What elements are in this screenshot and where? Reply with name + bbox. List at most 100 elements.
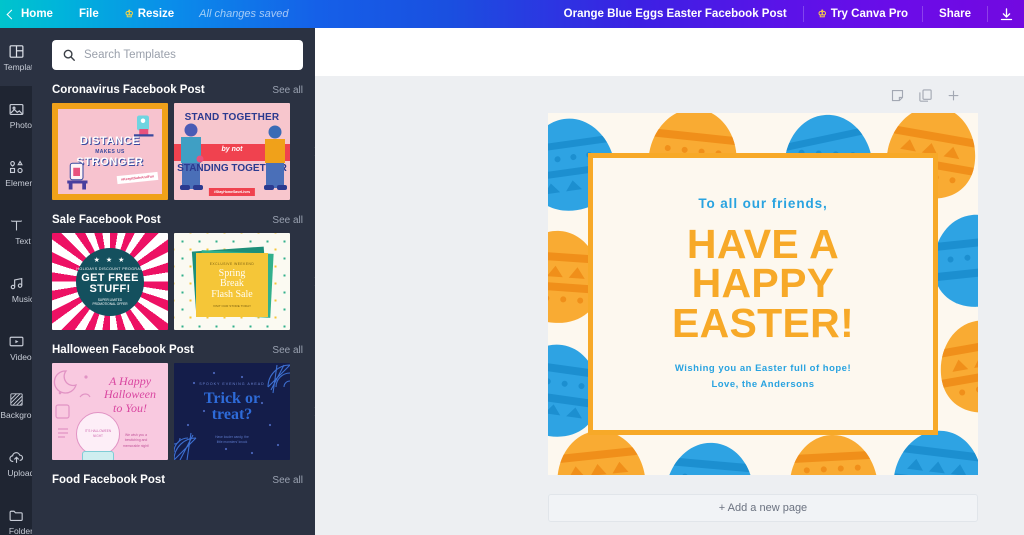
rail-item-templates[interactable]: Templates <box>0 28 42 86</box>
section-title: Sale Facebook Post <box>52 214 161 226</box>
duplicate-page-icon[interactable] <box>918 88 933 103</box>
elements-icon <box>7 158 25 176</box>
rail-item-folders[interactable]: Folders <box>0 492 37 535</box>
background-icon <box>7 390 25 408</box>
see-all-link[interactable]: See all <box>272 475 303 486</box>
rail-item-photos[interactable]: Photos <box>0 86 36 144</box>
templates-icon <box>7 42 25 60</box>
left-rail: Templates Photos Elements Text Music Vid… <box>0 28 46 535</box>
template-card-trick-or-treat[interactable]: SPOOKY EVENING AHEAD Trick or treat? Hav… <box>174 363 290 460</box>
search-input[interactable] <box>84 49 293 61</box>
crown-icon: ♔ <box>817 8 827 20</box>
rail-item-background[interactable]: Background <box>0 376 46 434</box>
template-card-distance-makes-us-stronger[interactable]: DISTANCE MAKES US STRONGER #KeepItSafeAn… <box>52 103 168 200</box>
template-line-1: STAND TOGETHER <box>184 112 280 123</box>
section-halloween-facebook-post: Halloween Facebook Post See all A Happy … <box>32 330 315 460</box>
search-area <box>32 28 315 70</box>
carousel-next-button[interactable] <box>308 398 315 426</box>
template-headline: GET FREE STUFF! <box>81 271 139 295</box>
see-all-link[interactable]: See all <box>272 215 303 226</box>
template-shape <box>82 451 114 460</box>
section-coronavirus-facebook-post: Coronavirus Facebook Post See all DISTAN… <box>32 70 315 200</box>
design-greeting: To all our friends, <box>698 195 828 211</box>
section-title: Food Facebook Post <box>52 474 166 486</box>
illustration-icon <box>134 115 154 137</box>
rail-item-uploads[interactable]: Uploads <box>0 434 39 492</box>
notes-icon[interactable] <box>890 88 905 103</box>
header-left-nav: Home File ♔ Resize All changes saved <box>0 0 300 28</box>
pro-label: Try Canva Pro <box>830 8 909 20</box>
template-eyebrow: SPOOKY EVENING AHEAD <box>199 382 265 386</box>
download-icon <box>1000 7 1012 20</box>
design-headline: HAVE A HAPPY EASTER! <box>672 223 854 343</box>
resize-button[interactable]: ♔ Resize <box>112 0 187 28</box>
home-button[interactable]: Home <box>0 0 66 28</box>
see-all-link[interactable]: See all <box>272 345 303 356</box>
design-canvas[interactable]: To all our friends, HAVE A HAPPY EASTER!… <box>548 113 978 475</box>
add-page-icon[interactable] <box>946 88 961 103</box>
template-inner: DISTANCE MAKES US STRONGER #KeepItSafeAn… <box>58 109 162 194</box>
rail-item-music[interactable]: Music <box>0 260 35 318</box>
carousel-next-button[interactable] <box>308 138 315 166</box>
template-tag: #KeepItSafeAndFun <box>116 171 159 185</box>
template-headline: A Happy Halloween to You! <box>104 374 156 415</box>
illustration-icon <box>264 125 287 190</box>
file-menu-button[interactable]: File <box>66 0 112 28</box>
rail-item-elements[interactable]: Elements <box>0 144 41 202</box>
header-right-actions: Orange Blue Eggs Easter Facebook Post ♔ … <box>548 0 1024 28</box>
illustration-icon <box>180 123 204 190</box>
try-canva-pro-button[interactable]: ♔ Try Canva Pro <box>804 0 922 28</box>
crown-icon: ♔ <box>124 8 134 20</box>
design-headline-line-2: HAPPY <box>691 260 835 307</box>
canvas-toolbar <box>315 28 1024 76</box>
resize-label: Resize <box>137 8 175 20</box>
see-all-link[interactable]: See all <box>272 85 303 96</box>
save-status: All changes saved <box>199 8 289 20</box>
section-header: Sale Facebook Post See all <box>52 214 303 226</box>
uploads-icon <box>7 448 25 466</box>
canva-editor: Home File ♔ Resize All changes saved Ora… <box>0 0 1024 535</box>
template-eyebrow: HOLIDAYS DISCOUNT PROGRAM <box>76 266 144 271</box>
text-icon <box>7 216 25 234</box>
carousel-next-button[interactable] <box>308 268 315 296</box>
design-frame: To all our friends, HAVE A HAPPY EASTER!… <box>588 153 938 435</box>
app-header: Home File ♔ Resize All changes saved Ora… <box>0 0 1024 28</box>
template-footer: Have louder candy, the little monsters' … <box>215 434 249 445</box>
rail-item-videos[interactable]: Videos <box>0 318 36 376</box>
rail-label: Music <box>11 294 35 305</box>
template-card-stand-together[interactable]: STAND TOGETHER by not STANDING TOGETHER … <box>174 103 290 200</box>
template-badge: ★ ★ ★ HOLIDAYS DISCOUNT PROGRAM GET FREE… <box>76 247 144 316</box>
template-footer: We wish you a bewitching and memorable n… <box>122 432 150 449</box>
template-card-a-happy-halloween-to-you[interactable]: A Happy Halloween to You! IT'S HALLOWEEN… <box>52 363 168 460</box>
template-card-get-free-stuff[interactable]: ★ ★ ★ HOLIDAYS DISCOUNT PROGRAM GET FREE… <box>52 233 168 330</box>
template-row: DISTANCE MAKES US STRONGER #KeepItSafeAn… <box>52 103 315 200</box>
page-tools <box>890 88 961 103</box>
section-header: Coronavirus Facebook Post See all <box>52 84 303 96</box>
home-label: Home <box>21 8 53 20</box>
photos-icon <box>7 100 25 118</box>
search-box[interactable] <box>52 40 303 70</box>
download-button[interactable] <box>988 0 1024 28</box>
section-title: Halloween Facebook Post <box>52 344 194 356</box>
template-row: ★ ★ ★ HOLIDAYS DISCOUNT PROGRAM GET FREE… <box>52 233 315 330</box>
illustration-icon <box>67 162 88 190</box>
template-line-2: MAKES US <box>95 148 125 155</box>
template-card: EXCLUSIVE WEEKEND Spring Break Flash Sal… <box>196 253 268 317</box>
section-header: Halloween Facebook Post See all <box>52 344 303 356</box>
document-title[interactable]: Orange Blue Eggs Easter Facebook Post <box>548 8 803 20</box>
design-closing: Wishing you an Easter full of hope! Love… <box>675 361 851 392</box>
template-footer: VISIT OUR STORE TODAY <box>212 303 252 308</box>
rail-item-text[interactable]: Text <box>0 202 32 260</box>
section-title: Coronavirus Facebook Post <box>52 84 205 96</box>
section-sale-facebook-post: Sale Facebook Post See all ★ ★ ★ HOLIDAY… <box>32 200 315 330</box>
template-tag: #StayHomeSaveLives <box>208 188 256 196</box>
template-card-spring-break-flash-sale[interactable]: EXCLUSIVE WEEKEND Spring Break Flash Sal… <box>174 233 290 330</box>
template-headline: Trick or treat? <box>203 390 261 424</box>
design-closing-line-2: Love, the Andersons <box>711 378 815 390</box>
template-row: A Happy Halloween to You! IT'S HALLOWEEN… <box>52 363 315 460</box>
rail-label: Text <box>15 236 31 247</box>
add-new-page-button[interactable]: + Add a new page <box>548 494 978 522</box>
share-button[interactable]: Share <box>923 0 987 28</box>
template-footer: SUPER LIMITED PROMOTIONAL OFFER <box>92 297 128 306</box>
back-chevron-icon <box>6 9 17 19</box>
